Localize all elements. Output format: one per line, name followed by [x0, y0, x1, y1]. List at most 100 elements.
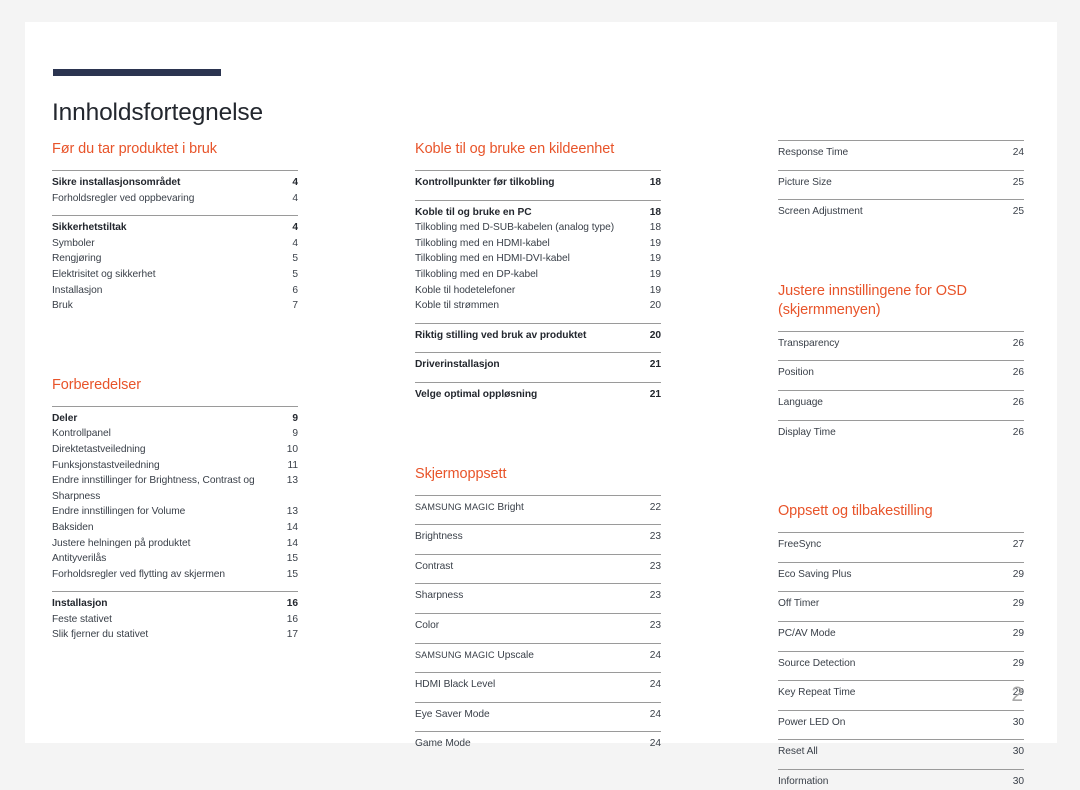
toc-entry-label: Tilkobling med en HDMI-kabel [415, 237, 550, 249]
toc-entry[interactable]: Game Mode 24 [415, 736, 661, 752]
toc-entry-label: Sikre installasjonsområdet [52, 177, 181, 188]
toc-entry[interactable]: Tilkobling med en HDMI-DVI-kabel 19 [415, 251, 661, 267]
toc-entry[interactable]: Brightness 23 [415, 529, 661, 545]
toc-entry[interactable]: Elektrisitet og sikkerhet 5 [52, 267, 298, 283]
toc-entry[interactable]: Funksjonstastveiledning 11 [52, 458, 298, 474]
toc-entry[interactable]: SAMSUNG MAGIC Upscale 24 [415, 648, 661, 664]
toc-entry[interactable]: Off Timer 29 [778, 596, 1024, 612]
brand-smallcaps: SAMSUNG MAGIC [415, 649, 495, 660]
toc-entry[interactable]: Justere helningen på produktet 14 [52, 536, 298, 552]
toc-entry[interactable]: Deler 9 [52, 411, 298, 427]
toc-entry[interactable]: Sharpness 23 [415, 588, 661, 604]
toc-group: Screen Adjustment 25 [778, 199, 1024, 220]
toc-entry-label: PC/AV Mode [778, 627, 836, 639]
toc-entry[interactable]: Velge optimal oppløsning 21 [415, 387, 661, 403]
toc-entry-page-number: 4 [292, 237, 298, 249]
toc-entry[interactable]: Installasjon 16 [52, 596, 298, 612]
toc-entry-page-number: 21 [649, 359, 661, 371]
toc-entry[interactable]: Bruk 7 [52, 298, 298, 314]
toc-entry-page-number: 20 [649, 329, 661, 341]
toc-group: HDMI Black Level 24 [415, 672, 661, 693]
toc-entry-page-number: 23 [649, 619, 661, 631]
toc-entry[interactable]: Contrast 23 [415, 559, 661, 575]
toc-entry[interactable]: Picture Size 25 [778, 175, 1024, 191]
toc-entry-label: Endre innstillinger for Brightness, Cont… [52, 475, 255, 502]
toc-entry[interactable]: Key Repeat Time 29 [778, 685, 1024, 701]
toc-entry-label: HDMI Black Level [415, 679, 496, 691]
toc-entry[interactable]: HDMI Black Level 24 [415, 677, 661, 693]
toc-entry[interactable]: Eye Saver Mode 24 [415, 707, 661, 723]
toc-entry[interactable]: Tilkobling med en DP-kabel 19 [415, 267, 661, 283]
toc-section: Response Time 24 Picture Size 25 Screen Adju… [778, 140, 1024, 220]
toc-entry[interactable]: Forholdsregler ved oppbevaring 4 [52, 191, 298, 207]
toc-section: Justere innstillingene for OSD (skjermme… [778, 282, 1024, 440]
toc-entry[interactable]: Slik fjerner du stativet 17 [52, 627, 298, 643]
page-number: 2 [1011, 683, 1023, 706]
toc-entry-page-number: 24 [1012, 147, 1024, 158]
toc-group: Game Mode 24 [415, 731, 661, 752]
toc-entry-label: Kontrollpanel [52, 428, 111, 440]
toc-entry[interactable]: Screen Adjustment 25 [778, 204, 1024, 220]
toc-entry-page-number: 23 [649, 560, 661, 572]
toc-entry[interactable]: Direktetastveiledning 10 [52, 442, 298, 458]
toc-entry[interactable]: Reset All 30 [778, 744, 1024, 760]
toc-entry[interactable]: Koble til og bruke en PC 18 [415, 205, 661, 221]
toc-entry-page-number: 19 [649, 253, 661, 265]
toc-entry[interactable]: Baksiden 14 [52, 520, 298, 536]
toc-entry-label: Riktig stilling ved bruk av produktet [415, 329, 587, 341]
toc-entry[interactable]: Eco Saving Plus 29 [778, 567, 1024, 583]
section-heading: Justere innstillingene for OSD (skjermme… [778, 282, 967, 318]
toc-entry-label: Contrast [415, 560, 454, 572]
toc-entry[interactable]: Kontrollpunkter før tilkobling 18 [415, 175, 661, 191]
toc-entry[interactable]: Forholdsregler ved flytting av skjermen 1… [52, 567, 298, 583]
toc-entry[interactable]: Display Time 26 [778, 425, 1024, 441]
toc-entry[interactable]: Riktig stilling ved bruk av produktet 20 [415, 328, 661, 344]
toc-entry[interactable]: FreeSync 27 [778, 537, 1024, 553]
toc-entry-label: Reset All [778, 746, 818, 758]
brand-smallcaps: SAMSUNG MAGIC [415, 501, 495, 512]
toc-entry-page-number: 29 [1012, 568, 1024, 580]
toc-entry[interactable]: SAMSUNG MAGIC Bright 22 [415, 500, 661, 516]
toc-entry[interactable]: Kontrollpanel 9 [52, 426, 298, 442]
toc-entry[interactable]: Installasjon 6 [52, 283, 298, 299]
toc-entry[interactable]: Rengjøring 5 [52, 251, 298, 267]
toc-entry-label: Velge optimal oppløsning [415, 388, 538, 400]
toc-columns: Før du tar produktet i bruk Sikre install… [25, 22, 1057, 787]
toc-entry[interactable]: Endre innstillingen for Volume 13 [52, 504, 298, 520]
toc-entry[interactable]: Sikkerhetstiltak 4 [52, 220, 298, 236]
toc-entry[interactable]: Driverinstallasjon 21 [415, 357, 661, 373]
toc-entry[interactable]: Endre innstillinger for Brightness, Cont… [52, 473, 298, 504]
toc-entry[interactable]: Transparency 26 [778, 336, 1024, 352]
toc-entry[interactable]: Language 26 [778, 395, 1024, 411]
toc-group: Eye Saver Mode 24 [415, 701, 661, 723]
toc-entry[interactable]: Sikre installasjonsområdet 4 [52, 175, 298, 191]
toc-entry-page-number: 15 [286, 568, 298, 580]
toc-entry[interactable]: Response Time 24 [778, 145, 1024, 161]
toc-entry-page-number: 10 [286, 443, 298, 455]
toc-entry-page-number: 4 [292, 192, 298, 204]
toc-section: Før du tar produktet i bruk Sikre install… [52, 140, 298, 314]
toc-entry[interactable]: Position 26 [778, 365, 1024, 381]
toc-group: SAMSUNG MAGIC Bright 22 [415, 494, 661, 516]
toc-entry[interactable]: Information 30 [778, 774, 1024, 790]
toc-entry-page-number: 16 [286, 613, 298, 625]
toc-entry[interactable]: Power LED On 30 [778, 715, 1024, 731]
toc-entry[interactable]: Koble til strømmen 20 [415, 298, 661, 314]
toc-entry[interactable]: Symboler 4 [52, 236, 298, 252]
toc-entry[interactable]: Feste stativet 16 [52, 612, 298, 628]
toc-column-1: Før du tar produktet i bruk Sikre install… [52, 140, 298, 643]
toc-entry-page-number: 24 [649, 679, 661, 691]
toc-entry-page-number: 26 [1012, 426, 1024, 438]
toc-column-2: Koble til og bruke en kildeenhet Kontroll… [415, 140, 661, 752]
toc-entry[interactable]: Source Detection 29 [778, 656, 1024, 672]
toc-entry[interactable]: PC/AV Mode 29 [778, 626, 1024, 642]
toc-entry[interactable]: Color 23 [415, 618, 661, 634]
toc-entry-page-number: 20 [649, 300, 661, 312]
toc-entry[interactable]: Antityverilås 15 [52, 551, 298, 567]
toc-entry[interactable]: Koble til hodetelefoner 19 [415, 283, 661, 299]
toc-entry-page-number: 9 [292, 412, 298, 424]
toc-section: Koble til og bruke en kildeenhet Kontroll… [415, 140, 661, 403]
section-heading: Forberedelser [52, 376, 141, 393]
toc-entry[interactable]: Tilkobling med D-SUB-kabelen (analog typ… [415, 220, 661, 236]
toc-entry[interactable]: Tilkobling med en HDMI-kabel 19 [415, 236, 661, 252]
